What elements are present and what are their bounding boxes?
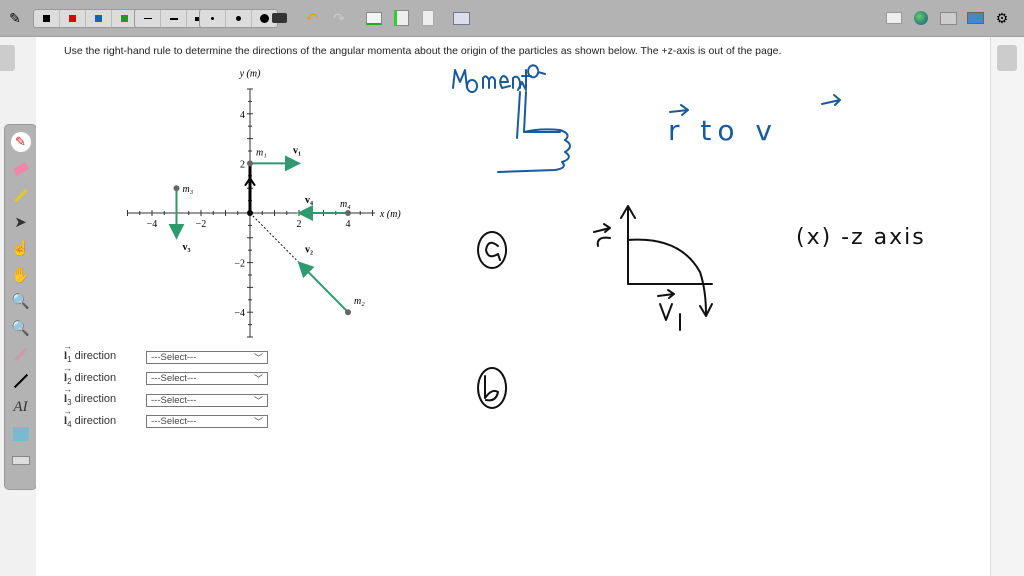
r-to-v-note: r to v xyxy=(668,114,778,147)
vector-arrow-marks xyxy=(669,94,841,116)
worked-diagram xyxy=(477,205,713,409)
momenta-note xyxy=(452,64,841,173)
handwritten-notes: r to v (x) -z axis xyxy=(452,64,926,409)
axis-note: (x) -z axis xyxy=(796,225,926,250)
